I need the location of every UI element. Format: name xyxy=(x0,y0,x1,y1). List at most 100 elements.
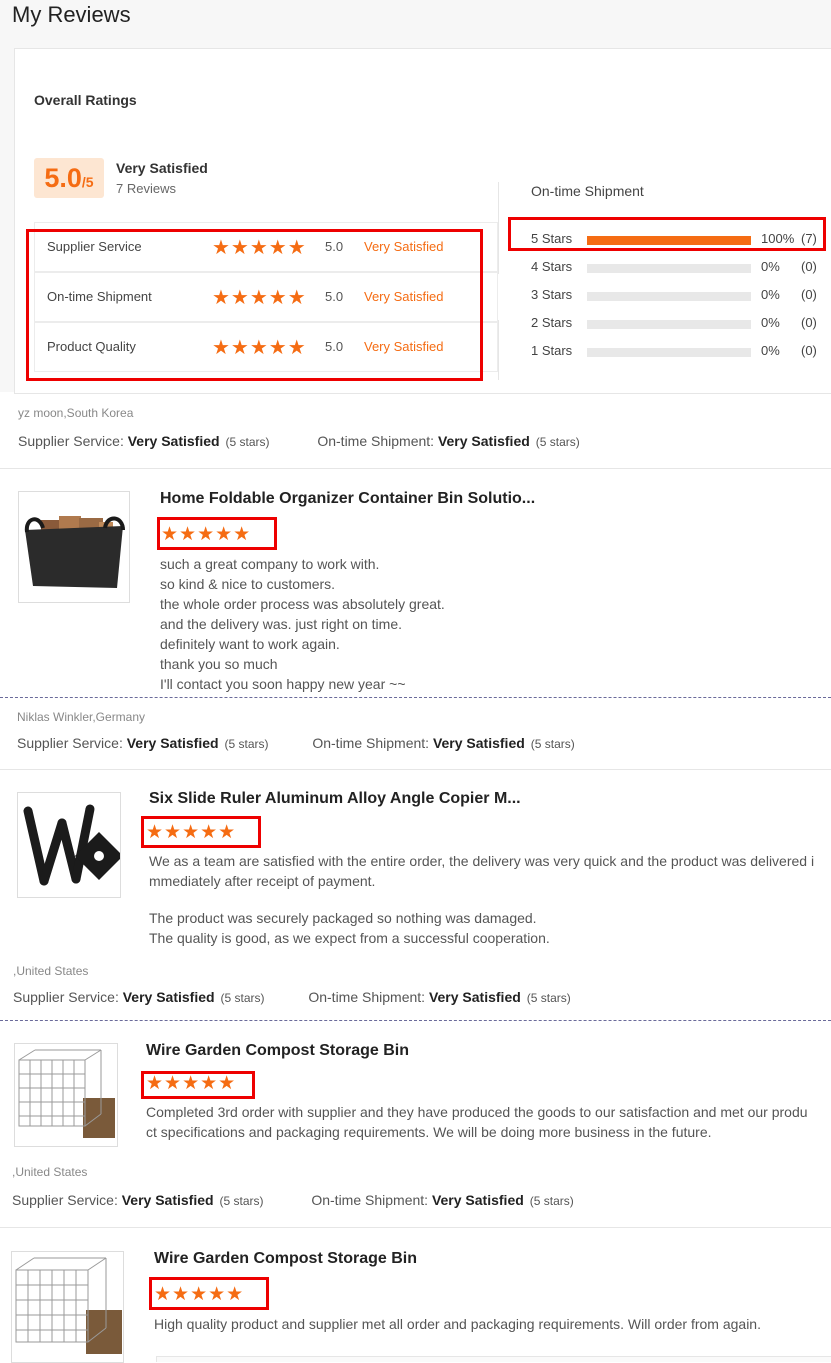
meta-value: Very Satisfied xyxy=(127,433,220,449)
highlight-box xyxy=(157,517,277,550)
divider xyxy=(498,320,499,380)
meta-label: Supplier Service: xyxy=(17,735,123,751)
review-line: We as a team are satisfied with the enti… xyxy=(149,853,815,869)
histogram-percent: 0% xyxy=(761,315,780,330)
review-text: We as a team are satisfied with the enti… xyxy=(149,851,814,948)
histogram-row: 3 Stars 0% (0) xyxy=(531,285,831,305)
meta-value: Very Satisfied xyxy=(126,735,219,751)
overall-satisfaction: Very Satisfied xyxy=(116,160,208,176)
reply-box xyxy=(156,1356,831,1362)
divider xyxy=(0,1227,831,1228)
meta-stars: (5 stars) xyxy=(526,991,571,1005)
meta-label: Supplier Service: xyxy=(18,433,124,449)
review-meta: Supplier Service: Very Satisfied (5 stars… xyxy=(18,433,580,449)
product-title-link[interactable]: Six Slide Ruler Aluminum Alloy Angle Cop… xyxy=(149,790,521,808)
histogram-percent: 0% xyxy=(761,259,780,274)
meta-value: Very Satisfied xyxy=(432,735,525,751)
meta-label: Supplier Service: xyxy=(13,989,119,1005)
meta-label: On-time Shipment: xyxy=(308,989,426,1005)
histogram-percent: 0% xyxy=(761,287,780,302)
overall-ratings-label: Overall Ratings xyxy=(34,92,137,108)
review-line: Completed 3rd order with supplier and th… xyxy=(146,1104,808,1120)
reviewer-name: ,United States xyxy=(13,964,89,978)
product-image[interactable] xyxy=(14,1043,118,1147)
histogram-row: 1 Stars 0% (0) xyxy=(531,341,831,361)
highlight-box xyxy=(508,217,826,251)
meta-value: Very Satisfied xyxy=(431,1192,524,1208)
divider xyxy=(0,769,831,770)
meta-stars: (5 stars) xyxy=(530,737,575,751)
shipment-histogram-title: On-time Shipment xyxy=(531,183,644,199)
meta-label: Supplier Service: xyxy=(12,1192,118,1208)
review-text: such a great company to work with. so ki… xyxy=(160,554,445,694)
review-line: the whole order process was absolutely g… xyxy=(160,596,445,612)
review-line: High quality product and supplier met al… xyxy=(154,1316,761,1332)
histogram-count: (0) xyxy=(801,315,817,330)
histogram-track xyxy=(587,348,751,357)
review-text: Completed 3rd order with supplier and th… xyxy=(146,1102,808,1142)
histogram-label: 3 Stars xyxy=(531,287,573,302)
product-title-link[interactable]: Home Foldable Organizer Container Bin So… xyxy=(160,490,535,508)
review-meta: Supplier Service: Very Satisfied (5 stars… xyxy=(12,1192,574,1208)
meta-stars: (5 stars) xyxy=(225,435,270,449)
histogram-track xyxy=(587,320,751,329)
meta-stars: (5 stars) xyxy=(529,1194,574,1208)
reviewer-name: ,United States xyxy=(12,1165,88,1179)
meta-value: Very Satisfied xyxy=(437,433,530,449)
histogram-row: 2 Stars 0% (0) xyxy=(531,313,831,333)
histogram-count: (0) xyxy=(801,287,817,302)
meta-value: Very Satisfied xyxy=(428,989,521,1005)
histogram-label: 2 Stars xyxy=(531,315,573,330)
histogram-label: 4 Stars xyxy=(531,259,573,274)
review-line: The quality is good, as we expect from a… xyxy=(149,930,550,946)
meta-label: On-time Shipment: xyxy=(312,735,430,751)
histogram-count: (0) xyxy=(801,259,817,274)
meta-value: Very Satisfied xyxy=(122,989,215,1005)
overall-score-badge: 5.0/5 xyxy=(34,158,104,198)
review-line: definitely want to work again. xyxy=(160,636,340,652)
meta-stars: (5 stars) xyxy=(219,1194,264,1208)
review-line xyxy=(149,891,814,908)
histogram-count: (0) xyxy=(801,343,817,358)
review-line: thank you so much xyxy=(160,656,278,672)
meta-label: On-time Shipment: xyxy=(317,433,435,449)
highlight-box xyxy=(149,1277,269,1310)
meta-label: On-time Shipment: xyxy=(311,1192,429,1208)
histogram-percent: 0% xyxy=(761,343,780,358)
review-line: I'll contact you soon happy new year ~~ xyxy=(160,676,406,692)
meta-stars: (5 stars) xyxy=(535,435,580,449)
product-title-link[interactable]: Wire Garden Compost Storage Bin xyxy=(146,1042,409,1060)
highlight-box xyxy=(141,1071,255,1099)
review-meta: Supplier Service: Very Satisfied (5 stars… xyxy=(13,989,571,1005)
histogram-label: 1 Stars xyxy=(531,343,573,358)
histogram-track xyxy=(587,264,751,273)
page-title: My Reviews xyxy=(12,2,131,27)
histogram-track xyxy=(587,292,751,301)
meta-stars: (5 stars) xyxy=(224,737,269,751)
review-line: so kind & nice to customers. xyxy=(160,576,336,592)
reviewer-name: yz moon,South Korea xyxy=(18,406,134,420)
product-image[interactable] xyxy=(17,792,121,898)
product-image[interactable] xyxy=(11,1251,124,1363)
review-meta: Supplier Service: Very Satisfied (5 stars… xyxy=(17,735,575,751)
reviewer-name: Niklas Winkler,Germany xyxy=(17,710,146,724)
highlight-box xyxy=(26,229,483,381)
review-line: and the delivery was. just right on time… xyxy=(160,616,403,632)
divider xyxy=(0,1020,831,1021)
reviews-count: 7 Reviews xyxy=(116,181,176,196)
review-line: mmediately after receipt of payment. xyxy=(149,873,376,889)
divider xyxy=(0,468,831,469)
meta-stars: (5 stars) xyxy=(220,991,265,1005)
divider xyxy=(498,182,499,274)
review-line: The product was securely packaged so not… xyxy=(149,910,537,926)
score-max: /5 xyxy=(81,174,94,190)
product-title-link[interactable]: Wire Garden Compost Storage Bin xyxy=(154,1250,417,1268)
review-line: ct specifications and packaging requirem… xyxy=(146,1124,712,1140)
product-image[interactable] xyxy=(18,491,130,603)
overall-score: 5.0 xyxy=(44,163,82,193)
review-line: such a great company to work with. xyxy=(160,556,380,572)
histogram-row: 4 Stars 0% (0) xyxy=(531,257,831,277)
review-text: High quality product and supplier met al… xyxy=(154,1314,761,1334)
highlight-box xyxy=(141,816,261,848)
meta-value: Very Satisfied xyxy=(121,1192,214,1208)
